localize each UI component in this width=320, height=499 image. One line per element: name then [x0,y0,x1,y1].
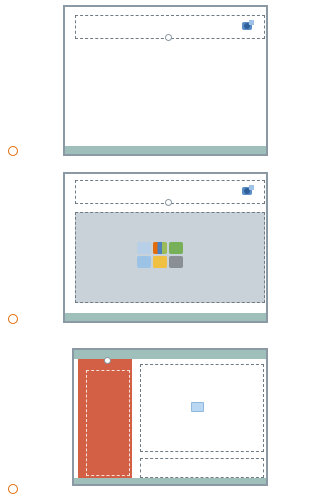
bottom-band [74,478,266,484]
layout-thumbnail-picture-with-caption[interactable] [72,348,268,486]
insert-content-icons [137,242,183,268]
resize-handle [104,357,111,364]
resize-handle [165,199,172,206]
layout-radio-picture-with-caption[interactable] [8,484,18,494]
smartart-icon [169,242,183,254]
chart-icon [153,242,167,254]
resize-handle [165,34,172,41]
insert-picture-icon [191,402,204,412]
picture-icon [137,256,151,268]
layout-radio-title-only[interactable] [8,146,18,156]
text-placeholder [140,458,264,478]
layout-thumbnail-title-only[interactable] [63,5,268,156]
footer-bar [65,146,266,154]
media-icon [169,256,183,268]
caption-placeholder [86,370,130,476]
footer-bar [65,313,266,321]
layout-thumbnail-title-and-content[interactable] [63,172,268,323]
clipart-icon [153,256,167,268]
layout-corner-icon [242,185,254,195]
layout-corner-icon [242,20,254,30]
table-icon [137,242,151,254]
top-band [74,350,266,359]
layout-radio-title-and-content[interactable] [8,314,18,324]
